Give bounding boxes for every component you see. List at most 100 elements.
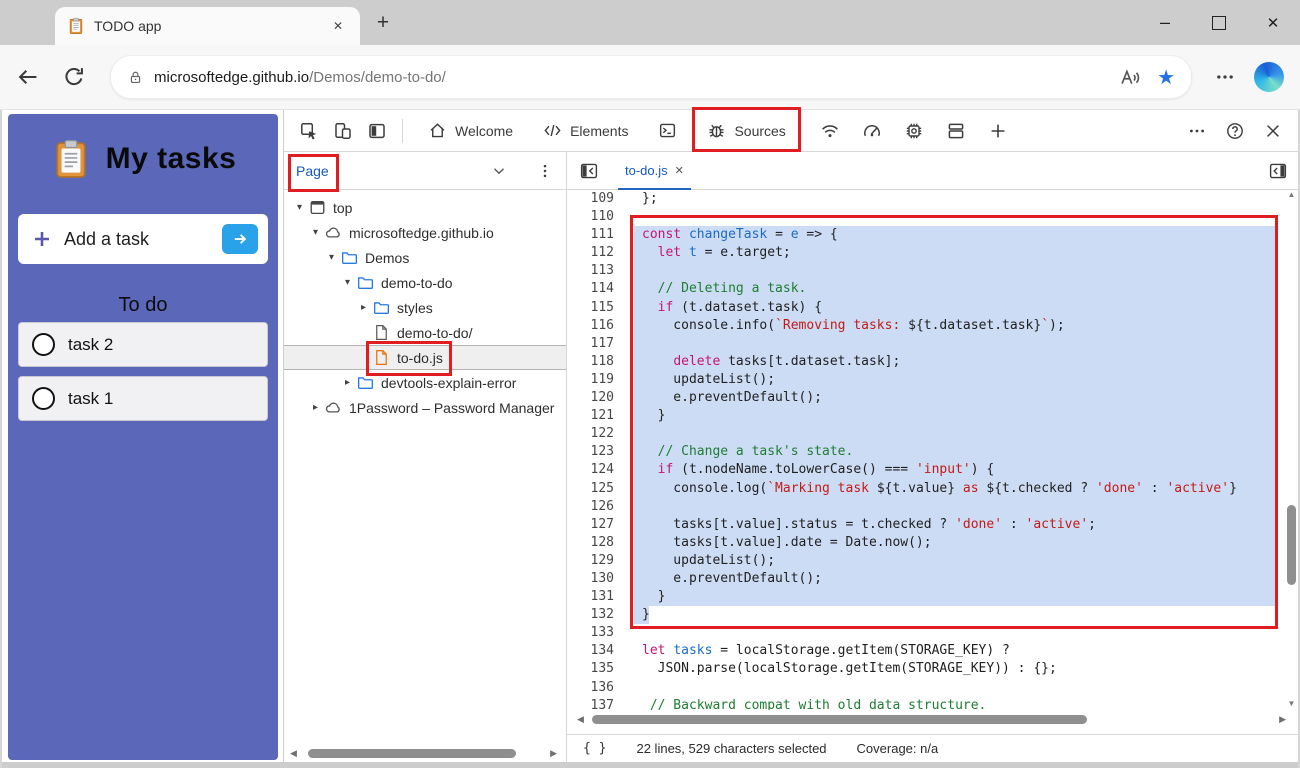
plus-button[interactable] bbox=[977, 114, 1019, 148]
pretty-print-button[interactable]: { } bbox=[583, 741, 606, 756]
scroll-left-icon[interactable]: ◀ bbox=[290, 747, 297, 760]
tree-expanded-arrow-icon[interactable]: ▾ bbox=[292, 202, 307, 213]
line-number[interactable]: 124 bbox=[567, 461, 614, 479]
chip-button[interactable] bbox=[893, 114, 935, 148]
scrollbar-thumb[interactable] bbox=[1287, 505, 1296, 585]
tree-expanded-arrow-icon[interactable]: ▾ bbox=[324, 252, 339, 263]
tree-item-demo-to-do[interactable]: ▾demo-to-do bbox=[284, 270, 566, 295]
tab-close-icon[interactable]: ✕ bbox=[328, 17, 348, 35]
tree-item-main-styles[interactable]: styles bbox=[371, 296, 437, 319]
editor-tab-close-icon[interactable]: ✕ bbox=[675, 164, 684, 177]
scroll-up-icon[interactable]: ▲ bbox=[1285, 190, 1298, 199]
task-checkbox[interactable] bbox=[32, 333, 55, 356]
line-number[interactable]: 125 bbox=[567, 480, 614, 498]
line-number[interactable]: 120 bbox=[567, 389, 614, 407]
refresh-button[interactable] bbox=[62, 65, 86, 89]
line-number[interactable]: 121 bbox=[567, 407, 614, 425]
line-number[interactable]: 136 bbox=[567, 679, 614, 697]
line-number[interactable]: 134 bbox=[567, 642, 614, 660]
drawer-button[interactable] bbox=[935, 114, 977, 148]
tree-item-devtools-explain-error[interactable]: ▸devtools-explain-error bbox=[284, 370, 566, 395]
line-number[interactable]: 114 bbox=[567, 280, 614, 298]
line-number[interactable]: 131 bbox=[567, 588, 614, 606]
tree-collapsed-arrow-icon[interactable]: ▸ bbox=[356, 302, 371, 313]
tree-item-main-demo-to-do[interactable]: demo-to-do bbox=[355, 271, 457, 294]
tree-expanded-arrow-icon[interactable]: ▾ bbox=[308, 227, 323, 238]
line-number[interactable]: 126 bbox=[567, 498, 614, 516]
tab-sources[interactable]: Sources bbox=[694, 110, 798, 152]
line-number[interactable]: 132 bbox=[567, 606, 614, 624]
tab-elements[interactable]: Elements bbox=[530, 110, 641, 152]
page-label[interactable]: Page bbox=[296, 163, 329, 179]
tree-item-main-devtools-explain-error[interactable]: devtools-explain-error bbox=[355, 371, 520, 394]
tab-console[interactable] bbox=[645, 110, 690, 152]
task-item-task-1[interactable]: task 1 bbox=[18, 376, 268, 421]
tree-collapsed-arrow-icon[interactable]: ▸ bbox=[340, 377, 355, 388]
line-number[interactable]: 129 bbox=[567, 552, 614, 570]
tree-item-main-microsoftedge-github-io[interactable]: microsoftedge.github.io bbox=[323, 221, 498, 244]
chevron-down-icon[interactable] bbox=[490, 162, 508, 180]
line-number[interactable]: 123 bbox=[567, 443, 614, 461]
hide-navigator-button[interactable] bbox=[576, 158, 602, 184]
line-number[interactable]: 128 bbox=[567, 534, 614, 552]
back-button[interactable] bbox=[16, 65, 40, 89]
tree-item-main-demo-to-do[interactable]: demo-to-do/ bbox=[371, 321, 476, 344]
window-minimize-button[interactable]: – bbox=[1138, 0, 1192, 45]
editor-horizontal-scrollbar[interactable]: ◀ ▶ bbox=[577, 712, 1286, 726]
tree-item-styles[interactable]: ▸styles bbox=[284, 295, 566, 320]
help-button[interactable] bbox=[1216, 114, 1254, 148]
tree-item-demos[interactable]: ▾Demos bbox=[284, 245, 566, 270]
tree-collapsed-arrow-icon[interactable]: ▸ bbox=[308, 402, 323, 413]
device-button[interactable] bbox=[326, 114, 360, 148]
scroll-right-icon[interactable]: ▶ bbox=[550, 747, 557, 760]
line-number[interactable]: 117 bbox=[567, 335, 614, 353]
tab-welcome[interactable]: Welcome bbox=[415, 110, 526, 152]
code-editor-area[interactable]: 109};110111const changeTask = e => {112 … bbox=[567, 190, 1300, 710]
line-number[interactable]: 127 bbox=[567, 516, 614, 534]
gauge-button[interactable] bbox=[851, 114, 893, 148]
new-tab-button[interactable]: + bbox=[368, 8, 398, 38]
line-number[interactable]: 116 bbox=[567, 317, 614, 335]
line-number[interactable]: 115 bbox=[567, 299, 614, 317]
sidebar-horizontal-scrollbar[interactable]: ◀ ▶ bbox=[290, 747, 557, 760]
tree-item-main-top[interactable]: top bbox=[307, 196, 356, 219]
line-number[interactable]: 109 bbox=[567, 190, 614, 208]
tree-item-main-1password-password-manager[interactable]: 1Password – Password Manager bbox=[323, 396, 558, 419]
scrollbar-thumb[interactable] bbox=[592, 715, 1087, 724]
tree-item-top[interactable]: ▾top bbox=[284, 195, 566, 220]
tree-expanded-arrow-icon[interactable]: ▾ bbox=[340, 277, 355, 288]
dots-h-button[interactable] bbox=[1178, 114, 1216, 148]
task-checkbox[interactable] bbox=[32, 387, 55, 410]
wifi-button[interactable] bbox=[809, 114, 851, 148]
tree-item-demo-to-do[interactable]: demo-to-do/ bbox=[284, 320, 566, 345]
add-task-input[interactable]: Add a task bbox=[18, 214, 268, 264]
copilot-icon[interactable] bbox=[1254, 62, 1284, 92]
line-number[interactable]: 111 bbox=[567, 226, 614, 244]
line-number[interactable]: 122 bbox=[567, 425, 614, 443]
scroll-left-icon[interactable]: ◀ bbox=[577, 713, 584, 726]
dock-button[interactable] bbox=[360, 114, 394, 148]
window-close-button[interactable]: ✕ bbox=[1246, 0, 1300, 45]
scroll-down-icon[interactable]: ▼ bbox=[1285, 699, 1298, 708]
tree-item-microsoftedge-github-io[interactable]: ▾microsoftedge.github.io bbox=[284, 220, 566, 245]
close-button[interactable] bbox=[1254, 114, 1292, 148]
add-task-submit-button[interactable] bbox=[222, 224, 258, 254]
scroll-right-icon[interactable]: ▶ bbox=[1279, 713, 1286, 726]
editor-tab-to-do-js[interactable]: to-do.js ✕ bbox=[614, 152, 695, 190]
browser-tab[interactable]: TODO app ✕ bbox=[55, 7, 360, 45]
window-maximize-button[interactable] bbox=[1192, 0, 1246, 45]
tree-item-main-to-do-js[interactable]: to-do.js bbox=[371, 346, 447, 369]
line-number[interactable]: 113 bbox=[567, 262, 614, 280]
inspect-button[interactable] bbox=[292, 114, 326, 148]
line-number[interactable]: 135 bbox=[567, 660, 614, 678]
editor-vertical-scrollbar[interactable]: ▲ ▼ bbox=[1285, 190, 1298, 710]
browser-menu-icon[interactable] bbox=[1214, 66, 1236, 88]
line-number[interactable]: 110 bbox=[567, 208, 614, 226]
line-number[interactable]: 137 bbox=[567, 697, 614, 710]
tree-item-1password-password-manager[interactable]: ▸1Password – Password Manager bbox=[284, 395, 566, 420]
line-number[interactable]: 130 bbox=[567, 570, 614, 588]
address-bar[interactable]: microsoftedge.github.io/Demos/demo-to-do… bbox=[110, 55, 1192, 99]
line-number[interactable]: 118 bbox=[567, 353, 614, 371]
more-options-icon[interactable] bbox=[536, 162, 554, 180]
line-number[interactable]: 133 bbox=[567, 624, 614, 642]
